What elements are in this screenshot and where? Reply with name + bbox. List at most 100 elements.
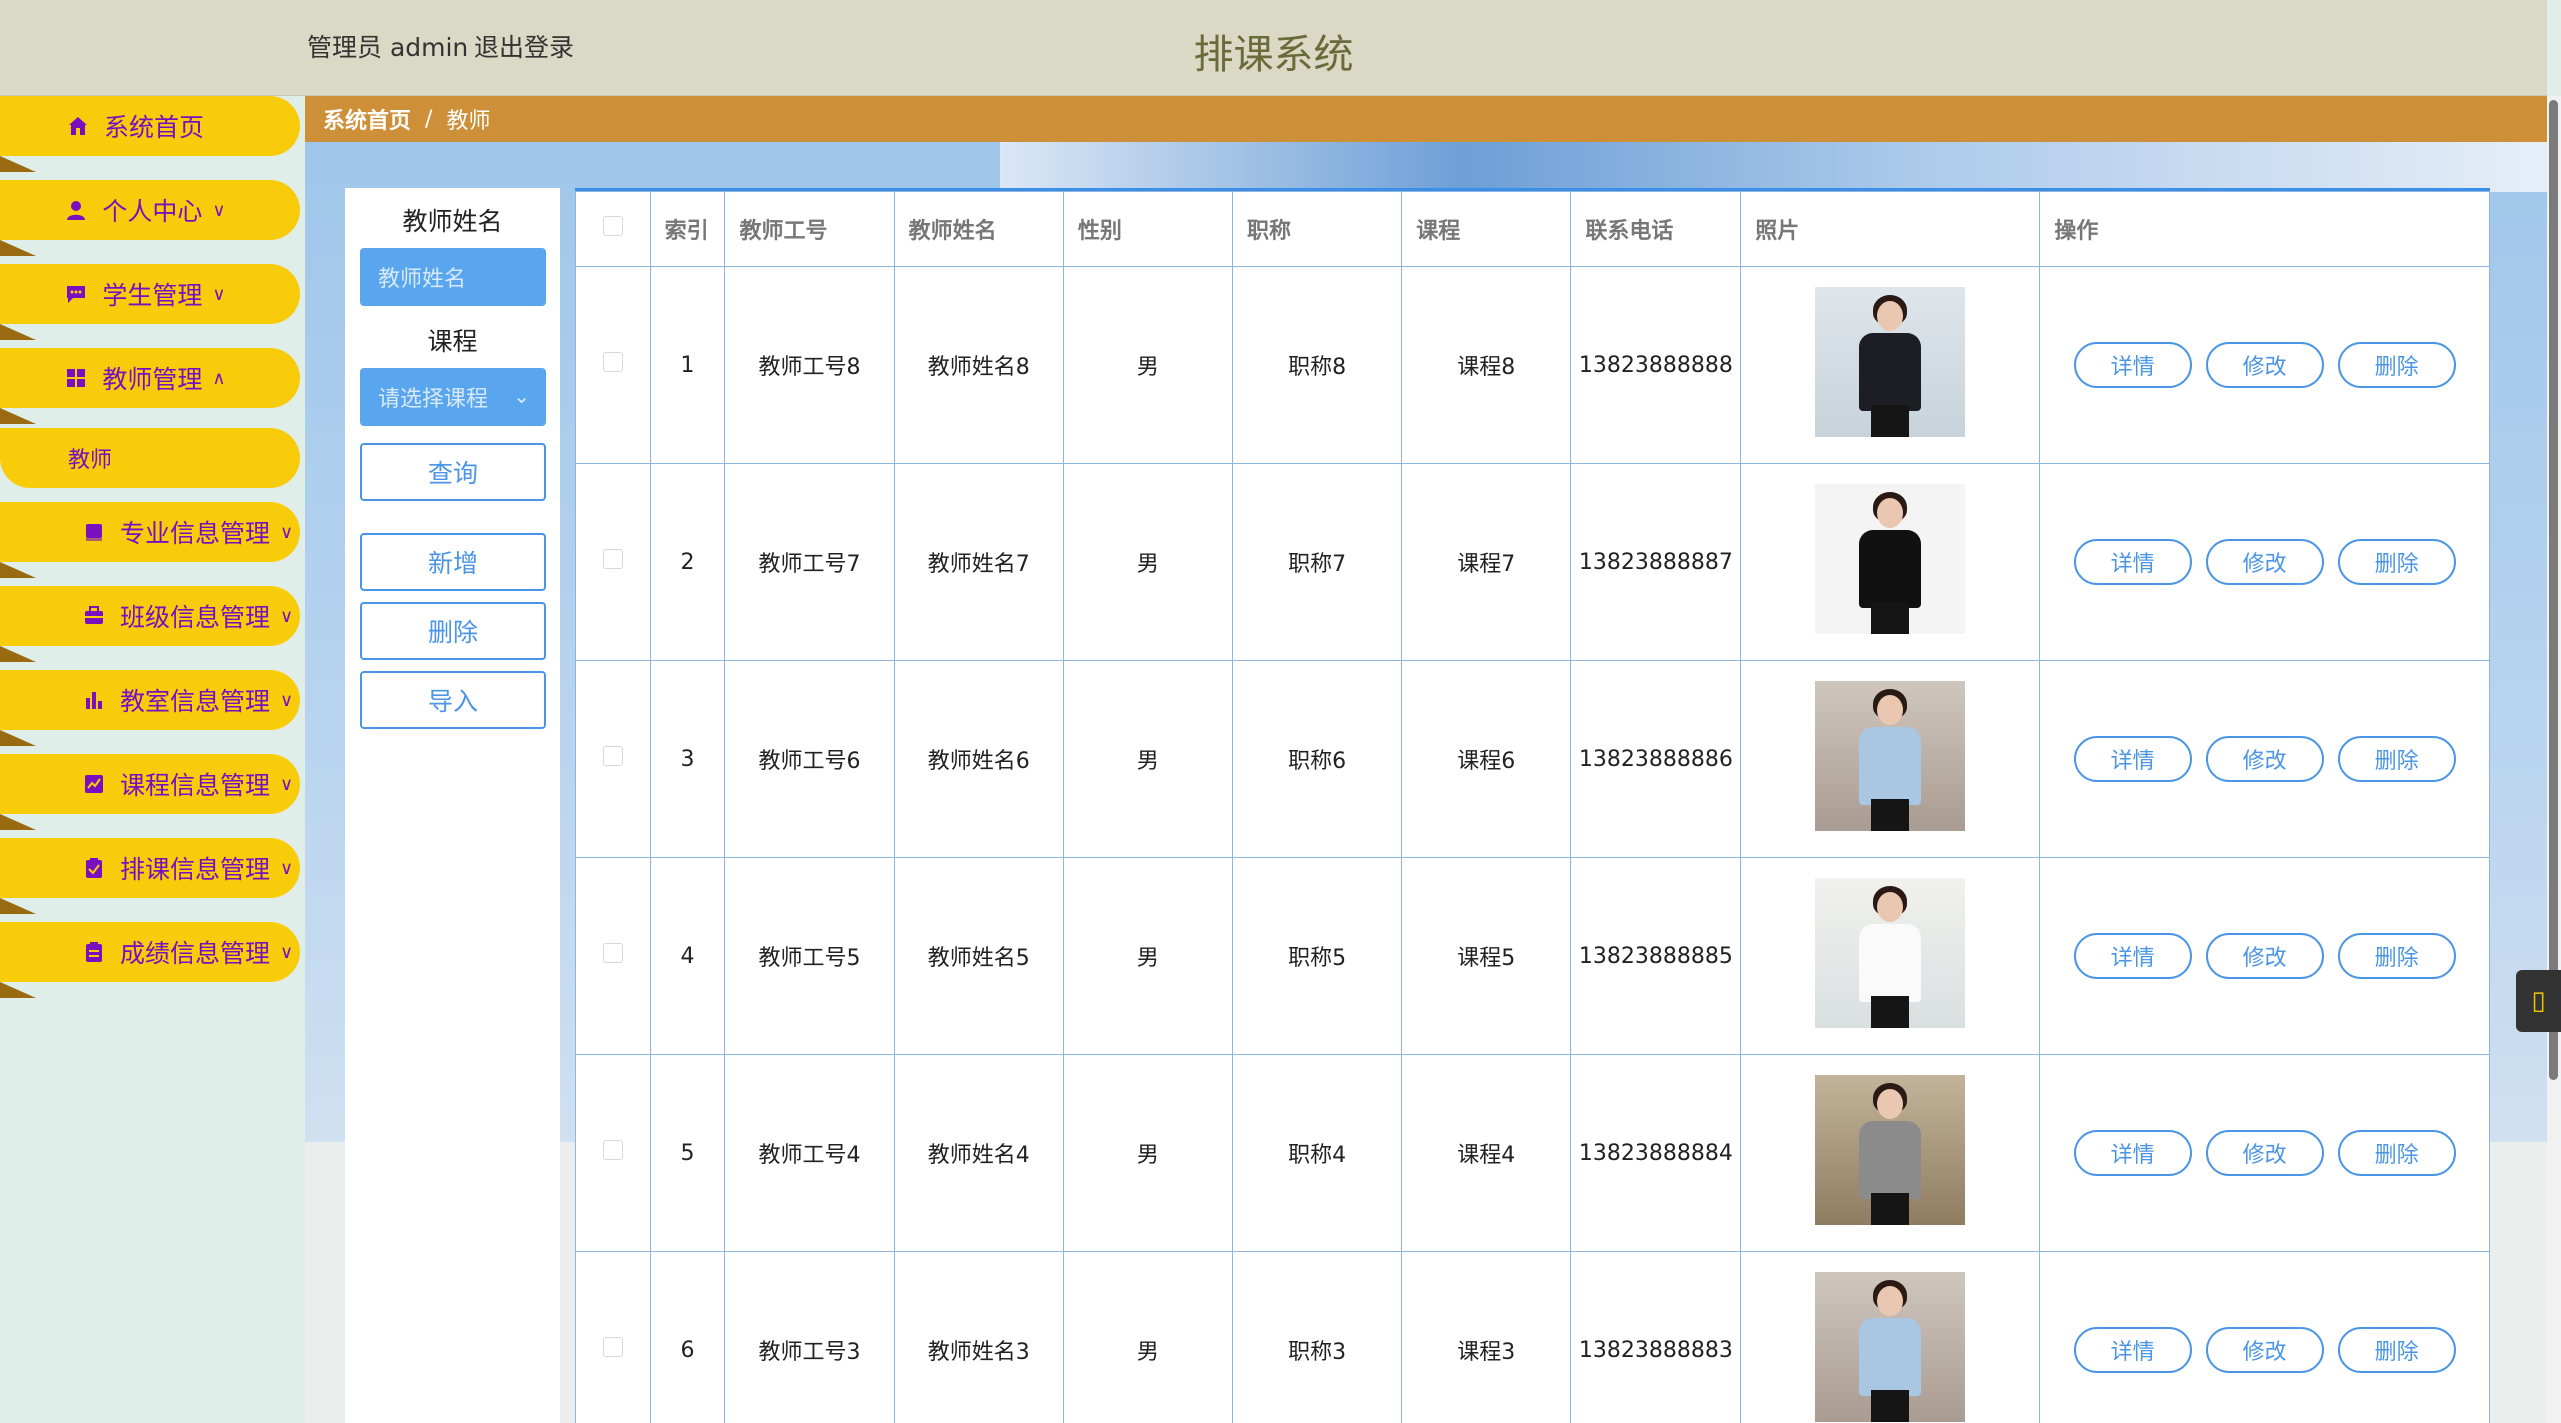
teacher-photo[interactable] (1815, 1272, 1966, 1422)
delete-button[interactable]: 删除 (2337, 933, 2456, 979)
sidebar-item-teachers[interactable]: 教师管理 ∧ (0, 348, 300, 408)
floating-tool-icon[interactable]: ▯ (2516, 970, 2561, 1032)
teacher-photo[interactable] (1815, 1075, 1966, 1225)
edit-button[interactable]: 修改 (2205, 1130, 2324, 1176)
sidebar-fold-decoration (0, 240, 36, 256)
add-button[interactable]: 新增 (360, 533, 546, 591)
row-checkbox[interactable] (575, 1251, 651, 1423)
teacher-photo[interactable] (1815, 484, 1966, 634)
sidebar-fold-decoration (0, 156, 36, 172)
cell-teacher-no: 教师工号4 (724, 1054, 895, 1252)
sidebar-item-major[interactable]: 专业信息管理 ∨ (0, 502, 300, 562)
edit-button[interactable]: 修改 (2205, 342, 2324, 388)
cell-actions: 详情 修改 删除 (2039, 266, 2490, 464)
clipboard-check-icon (82, 856, 106, 880)
detail-button[interactable]: 详情 (2073, 1130, 2192, 1176)
import-button[interactable]: 导入 (360, 671, 546, 729)
breadcrumb-home[interactable]: 系统首页 (323, 103, 411, 135)
cell-teacher-no: 教师工号5 (724, 857, 895, 1055)
cell-teacher-name: 教师姓名7 (893, 463, 1064, 661)
sidebar-subitem-teacher[interactable]: 教师 (0, 428, 300, 488)
cell-teacher-name: 教师姓名8 (893, 266, 1064, 464)
cell-photo (1740, 1251, 2041, 1423)
cell-actions: 详情 修改 删除 (2039, 1054, 2490, 1252)
teacher-photo[interactable] (1815, 878, 1966, 1028)
column-header: 教师姓名 (893, 191, 1064, 267)
select-all-checkbox[interactable] (575, 191, 651, 267)
briefcase-icon (82, 604, 106, 628)
detail-button[interactable]: 详情 (2073, 933, 2192, 979)
column-header: 索引 (649, 191, 726, 267)
home-icon (66, 114, 90, 138)
teacher-photo[interactable] (1815, 287, 1966, 437)
cell-teacher-no: 教师工号3 (724, 1251, 895, 1423)
cell-phone: 13823888884 (1570, 1054, 1742, 1252)
cell-gender: 男 (1062, 1054, 1234, 1252)
detail-button[interactable]: 详情 (2073, 736, 2192, 782)
column-header: 性别 (1062, 191, 1234, 267)
cell-gender: 男 (1062, 660, 1234, 858)
edit-button[interactable]: 修改 (2205, 1327, 2324, 1373)
cell-actions: 详情 修改 删除 (2039, 857, 2490, 1055)
search-panel: 教师姓名 教师姓名 课程 请选择课程 ⌄ 查询 新增 删除 导入 (345, 188, 560, 1423)
sidebar-item-class[interactable]: 班级信息管理 ∨ (0, 586, 300, 646)
column-header: 职称 (1231, 191, 1403, 267)
cell-photo (1740, 266, 2041, 464)
chevron-down-icon: ∨ (212, 199, 226, 221)
chevron-down-icon: ∨ (280, 605, 294, 627)
sidebar-item-schedule[interactable]: 排课信息管理 ∨ (0, 838, 300, 898)
cell-title: 职称3 (1231, 1251, 1403, 1423)
delete-button[interactable]: 删除 (2337, 736, 2456, 782)
page-scrollbar-thumb[interactable] (2549, 100, 2558, 1080)
table-header-row: 索引 教师工号 教师姓名 性别 职称 课程 联系电话 照片 操作 (575, 191, 2490, 267)
detail-button[interactable]: 详情 (2073, 342, 2192, 388)
teacher-name-label: 教师姓名 (402, 207, 503, 236)
table-row: 1 教师工号8 教师姓名8 男职称8 课程8 13823888888 详情 修改 删除 (575, 266, 2490, 464)
teacher-photo[interactable] (1815, 681, 1966, 831)
teacher-table: 索引 教师工号 教师姓名 性别 职称 课程 联系电话 照片 操作 1 教师工号8 教… (575, 191, 2490, 1423)
chevron-down-icon: ∨ (212, 283, 226, 305)
batch-delete-button[interactable]: 删除 (360, 602, 546, 660)
row-checkbox[interactable] (575, 266, 651, 464)
delete-button[interactable]: 删除 (2337, 1130, 2456, 1176)
chevron-down-icon: ⌄ (513, 384, 530, 408)
delete-button[interactable]: 删除 (2337, 1327, 2456, 1373)
edit-button[interactable]: 修改 (2205, 933, 2324, 979)
row-checkbox[interactable] (575, 857, 651, 1055)
row-checkbox[interactable] (575, 1054, 651, 1252)
column-header: 教师工号 (724, 191, 895, 267)
cell-photo (1740, 463, 2041, 661)
sidebar-item-home[interactable]: 系统首页 (0, 96, 300, 156)
cell-actions: 详情 修改 删除 (2039, 463, 2490, 661)
row-checkbox[interactable] (575, 660, 651, 858)
edit-button[interactable]: 修改 (2205, 539, 2324, 585)
course-label: 课程 (427, 327, 478, 356)
teacher-name-input[interactable]: 教师姓名 (360, 248, 546, 306)
detail-button[interactable]: 详情 (2073, 539, 2192, 585)
course-select[interactable]: 请选择课程 ⌄ (360, 368, 546, 426)
cell-index: 4 (649, 857, 726, 1055)
cell-phone: 13823888888 (1570, 266, 1742, 464)
top-header: 管理员 admin 退出登录 排课系统 (0, 0, 2547, 96)
delete-button[interactable]: 删除 (2337, 342, 2456, 388)
table-row: 4 教师工号5 教师姓名5 男职称5 课程5 13823888885 详情 修改 删除 (575, 857, 2490, 1055)
cell-gender: 男 (1062, 857, 1234, 1055)
sidebar-fold-decoration (0, 408, 36, 424)
sidebar-item-grades[interactable]: 成绩信息管理 ∨ (0, 922, 300, 982)
detail-button[interactable]: 详情 (2073, 1327, 2192, 1373)
grid-icon (64, 366, 88, 390)
sidebar-item-profile[interactable]: 个人中心 ∨ (0, 180, 300, 240)
column-header: 照片 (1740, 191, 2041, 267)
edit-button[interactable]: 修改 (2205, 736, 2324, 782)
sidebar-item-course[interactable]: 课程信息管理 ∨ (0, 754, 300, 814)
cell-teacher-no: 教师工号6 (724, 660, 895, 858)
sidebar-item-label: 专业信息管理 (120, 519, 271, 548)
query-button[interactable]: 查询 (360, 443, 546, 501)
breadcrumb-separator: / (425, 106, 433, 132)
delete-button[interactable]: 删除 (2337, 539, 2456, 585)
cell-index: 6 (649, 1251, 726, 1423)
sidebar-item-students[interactable]: 学生管理 ∨ (0, 264, 300, 324)
cell-teacher-name: 教师姓名3 (893, 1251, 1064, 1423)
sidebar-item-classroom[interactable]: 教室信息管理 ∨ (0, 670, 300, 730)
row-checkbox[interactable] (575, 463, 651, 661)
